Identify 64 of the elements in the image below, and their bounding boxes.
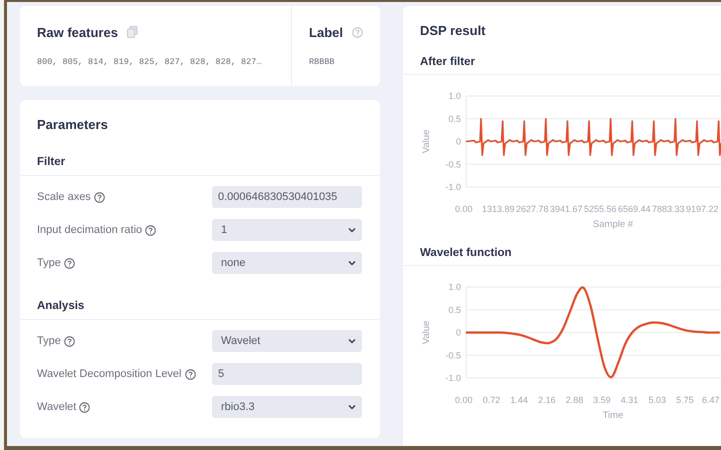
axis-tick-label: -0.5 <box>445 159 461 170</box>
axis-tick-label: 1313.89 <box>482 204 515 214</box>
axis-tick-label: -1.0 <box>445 182 461 192</box>
help-icon[interactable] <box>64 336 75 346</box>
axis-title: Value <box>421 320 432 344</box>
axis-tick-label: 5.75 <box>676 395 694 405</box>
field-label: Wavelet Decomposition Level <box>37 368 182 380</box>
card-title: Raw features <box>37 24 118 40</box>
raw-values: 800, 805, 814, 819, 825, 827, 828, 828, 827… <box>37 57 262 67</box>
axis-tick-label: 5.03 <box>648 395 666 405</box>
axis-tick-label: 7883.33 <box>652 204 685 214</box>
axis-tick-label: 0.5 <box>448 114 461 124</box>
axis-tick-label: 1.0 <box>448 282 461 292</box>
chart-title: Wavelet function <box>403 229 721 266</box>
field-label: Scale axes <box>37 191 91 203</box>
chevron-icon <box>348 227 356 233</box>
axis-tick-label: 9197.22 <box>686 204 719 214</box>
card-title: Label <box>309 24 343 40</box>
card-title: Parameters <box>36 116 109 133</box>
section-title: Filter <box>20 133 380 176</box>
card-title: DSP result <box>419 22 487 39</box>
axis-tick-label: 3941.67 <box>550 204 583 214</box>
field-label: Type <box>37 335 61 347</box>
axis-tick-label: 0.00 <box>455 395 473 405</box>
axis-title: Time <box>602 410 624 420</box>
dropdown[interactable]: Wavelet <box>212 330 362 352</box>
chart-title: After filter <box>403 39 721 75</box>
axis-tick-label: 4.31 <box>620 395 638 405</box>
axis-tick-label: -1.0 <box>445 373 461 383</box>
axis-title: Sample # <box>592 219 634 229</box>
input-field[interactable]: 5 <box>212 363 362 385</box>
field-label: Wavelet <box>37 401 76 413</box>
chevron-icon <box>348 404 356 410</box>
input-field[interactable]: 0.000646830530401035 <box>212 186 362 208</box>
axis-tick-label: 5255.56 <box>584 204 617 214</box>
axis-tick-label: 2627.78 <box>516 204 549 214</box>
axis-tick-label: 1.0 <box>448 91 461 101</box>
label-value: RBBBB <box>309 57 336 67</box>
field-label: Type <box>37 257 61 269</box>
axis-tick-label: 0.5 <box>448 304 461 315</box>
dropdown[interactable]: 1 <box>212 219 362 241</box>
help-icon[interactable] <box>184 368 196 380</box>
axis-tick-label: 2.88 <box>566 395 584 405</box>
chevron-icon <box>348 338 356 344</box>
axis-tick-label: 0.00 <box>455 204 473 214</box>
help-icon[interactable] <box>64 258 75 268</box>
axis-tick-label: -0.5 <box>445 350 461 360</box>
axis-tick-label: 1.44 <box>510 395 528 405</box>
dropdown[interactable]: rbio3.3 <box>212 396 362 418</box>
axis-tick-label: 0.72 <box>482 395 500 405</box>
axis-tick-label: 0 <box>456 328 461 338</box>
axis-tick-label: 6.47 <box>702 395 720 405</box>
chevron-icon <box>348 260 356 266</box>
help-icon[interactable] <box>145 224 156 236</box>
axis-tick-label: 6569.44 <box>618 204 651 214</box>
field-label: Input decimation ratio <box>37 224 142 236</box>
axis-tick-label: 2.16 <box>538 395 556 405</box>
axis-tick-label: 3.59 <box>593 395 611 405</box>
axis-tick-label: 0 <box>456 136 461 146</box>
section-title: Analysis <box>20 274 380 320</box>
dropdown[interactable]: none <box>212 252 362 274</box>
axis-title: Value <box>421 130 432 154</box>
help-icon[interactable] <box>79 402 90 412</box>
help-icon[interactable] <box>94 192 105 202</box>
